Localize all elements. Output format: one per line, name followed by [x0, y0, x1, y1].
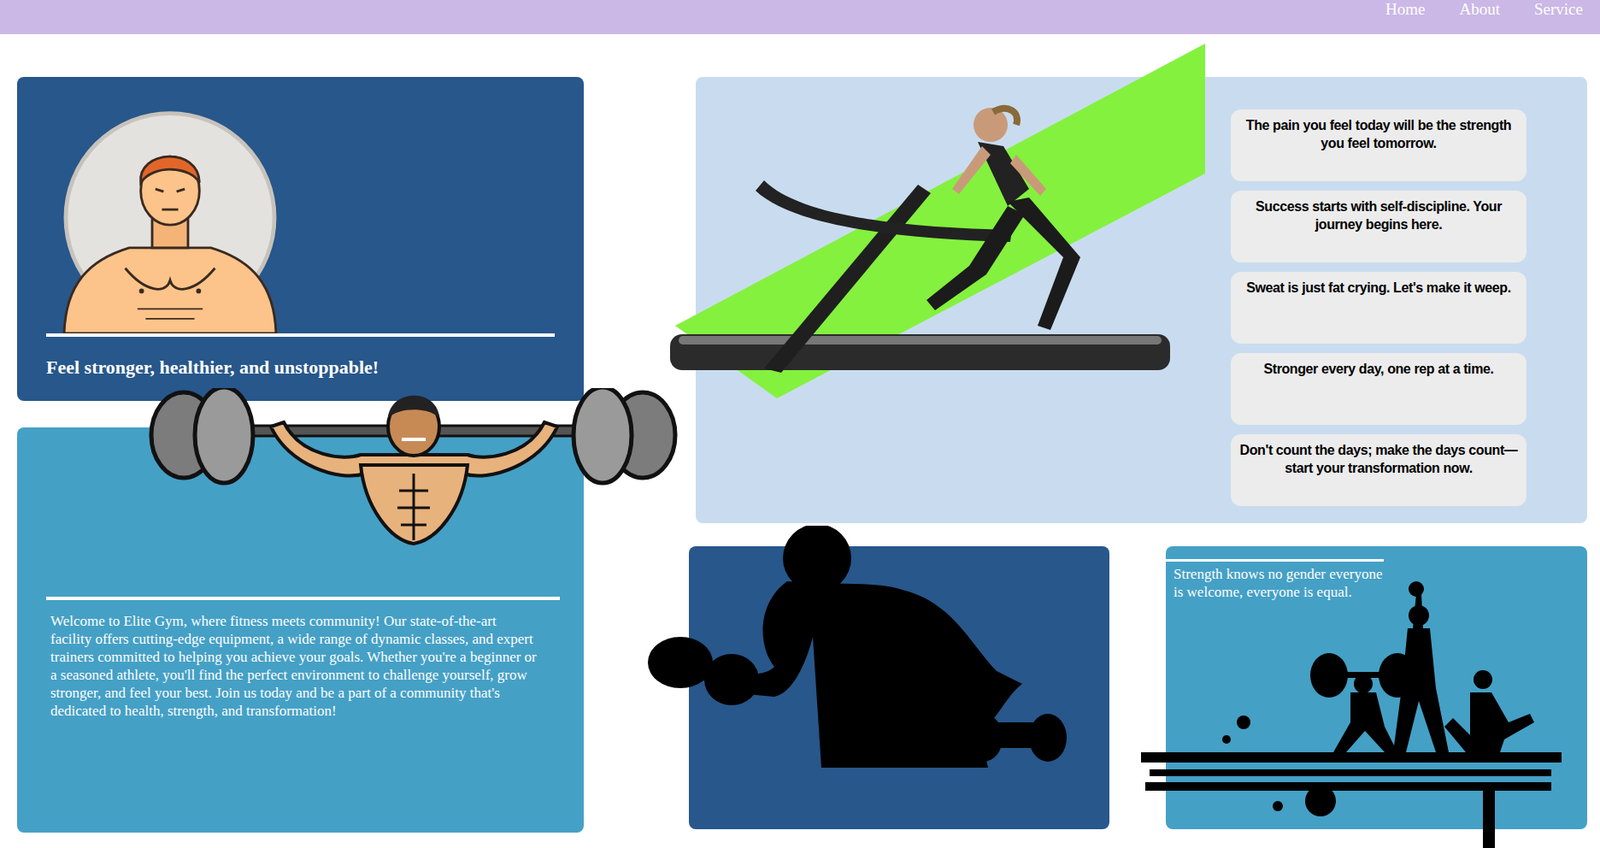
weightlifter-icon	[142, 388, 684, 547]
quote-box: Sweat is just fat crying. Let's make it …	[1230, 271, 1527, 344]
quote-box: Success starts with self-discipline. You…	[1230, 190, 1527, 263]
equality-text: Strength knows no gender everyone is wel…	[1173, 564, 1392, 601]
divider-line	[1165, 558, 1384, 562]
hero-card: Feel stronger, healthier, and unstoppabl…	[17, 76, 584, 401]
treadmill-photo	[695, 109, 1231, 510]
nav-link[interactable]: About	[1459, 0, 1501, 19]
dumbbell-man-silhouette-icon	[646, 525, 1067, 768]
equality-card: Strength knows no gender everyone is wel…	[1165, 546, 1588, 830]
right-column: The pain you feel today will be the stre…	[695, 76, 1588, 833]
quote-box: Stronger every day, one rep at a time.	[1230, 352, 1527, 425]
nav-link[interactable]: Home	[1385, 0, 1425, 19]
bottom-row: Strength knows no gender everyone is wel…	[688, 546, 1588, 830]
page: Home About Service Feel stronger, healthier…	[0, 0, 1600, 848]
nav-links: Home About Service	[1385, 0, 1583, 19]
welcome-card: Welcome to Elite Gym, where fitness meet…	[17, 427, 584, 833]
quote-box: The pain you feel today will be the stre…	[1230, 109, 1527, 182]
content-grid: Feel stronger, healthier, and unstoppabl…	[0, 34, 1600, 848]
divider-line	[46, 596, 560, 600]
quote-list: The pain you feel today will be the stre…	[1230, 109, 1527, 510]
athletes-silhouette-icon	[1141, 576, 1562, 848]
welcome-text: Welcome to Elite Gym, where fitness meet…	[50, 611, 538, 720]
left-column: Feel stronger, healthier, and unstoppabl…	[17, 76, 584, 833]
quote-box: Don't count the days; make the days coun…	[1230, 434, 1527, 506]
treadmill-runner-icon	[670, 43, 1206, 399]
hero-tagline: Feel stronger, healthier, and unstoppabl…	[46, 355, 555, 380]
divider-line	[46, 333, 555, 337]
nav-bar: Home About Service	[0, 0, 1600, 35]
dumbbell-card	[688, 546, 1110, 830]
nav-link[interactable]: Service	[1534, 0, 1583, 19]
quotes-card: The pain you feel today will be the stre…	[695, 76, 1588, 524]
muscle-man-avatar-icon	[46, 105, 295, 334]
